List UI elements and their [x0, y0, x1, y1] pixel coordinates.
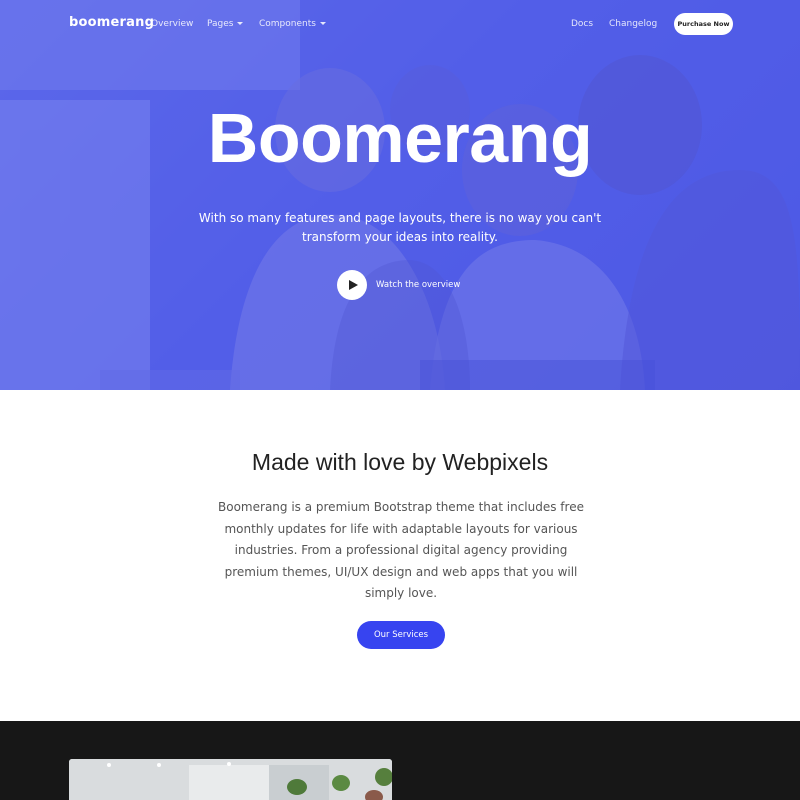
play-icon	[348, 280, 358, 290]
hero-subtitle: With so many features and page layouts, …	[198, 211, 602, 244]
nav-item-components[interactable]: Components	[259, 19, 326, 29]
hero-title: Boomerang	[207, 99, 593, 177]
chevron-down-icon	[319, 22, 326, 25]
top-navbar: boomerang Overview Pages Components Docs…	[0, 0, 800, 50]
nav-item-pages-label: Pages	[207, 19, 234, 29]
chevron-down-icon	[237, 22, 244, 25]
our-services-button[interactable]: Our Services	[357, 621, 445, 649]
purchase-now-button[interactable]: Purchase Now	[674, 13, 733, 35]
nav-item-changelog[interactable]: Changelog	[609, 19, 657, 29]
play-button[interactable]	[337, 270, 367, 300]
nav-item-components-label: Components	[259, 19, 316, 29]
office-photo	[69, 759, 392, 800]
nav-item-pages[interactable]: Pages	[207, 19, 244, 29]
office-image	[69, 759, 392, 800]
about-title: Made with love by Webpixels	[251, 449, 549, 475]
about-description: Boomerang is a premium Bootstrap theme t…	[218, 500, 584, 601]
nav-item-docs[interactable]: Docs	[571, 19, 593, 29]
watch-overview-link[interactable]: Watch the overview	[337, 270, 460, 300]
hero-color-overlay	[0, 0, 800, 390]
nav-item-overview[interactable]: Overview	[151, 19, 193, 29]
watch-overview-label[interactable]: Watch the overview	[376, 280, 460, 290]
brand-logo[interactable]: boomerang	[69, 15, 154, 30]
hero-section: boomerang Overview Pages Components Docs…	[0, 0, 800, 390]
